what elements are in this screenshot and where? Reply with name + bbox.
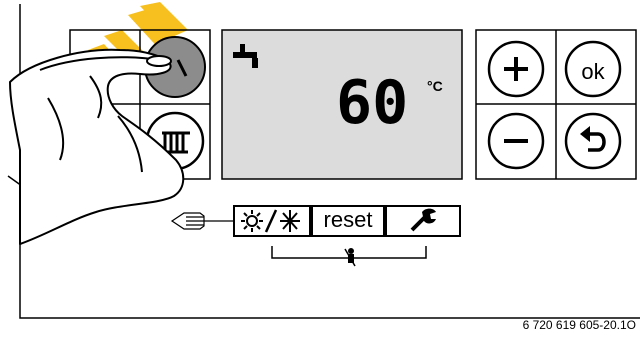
ok-button-label: ok xyxy=(581,59,605,84)
plus-button[interactable] xyxy=(487,40,545,98)
figure-code: 6 720 619 605-20.1O xyxy=(522,318,636,332)
reset-button-label: reset xyxy=(323,207,373,232)
chimney-sweep-icon xyxy=(344,248,356,267)
back-button[interactable] xyxy=(564,112,622,170)
temperature-readout: 60 xyxy=(336,68,409,138)
panel-drawing xyxy=(7,2,640,319)
pointing-hand-icon xyxy=(170,212,234,230)
control-panel-diagram: 60 °C ok reset 6 720 619 605-20.1O xyxy=(0,0,642,338)
summer-winter-button[interactable] xyxy=(233,205,311,237)
minus-button[interactable] xyxy=(487,112,545,170)
service-button[interactable] xyxy=(385,205,461,237)
temperature-unit: °C xyxy=(427,78,443,94)
